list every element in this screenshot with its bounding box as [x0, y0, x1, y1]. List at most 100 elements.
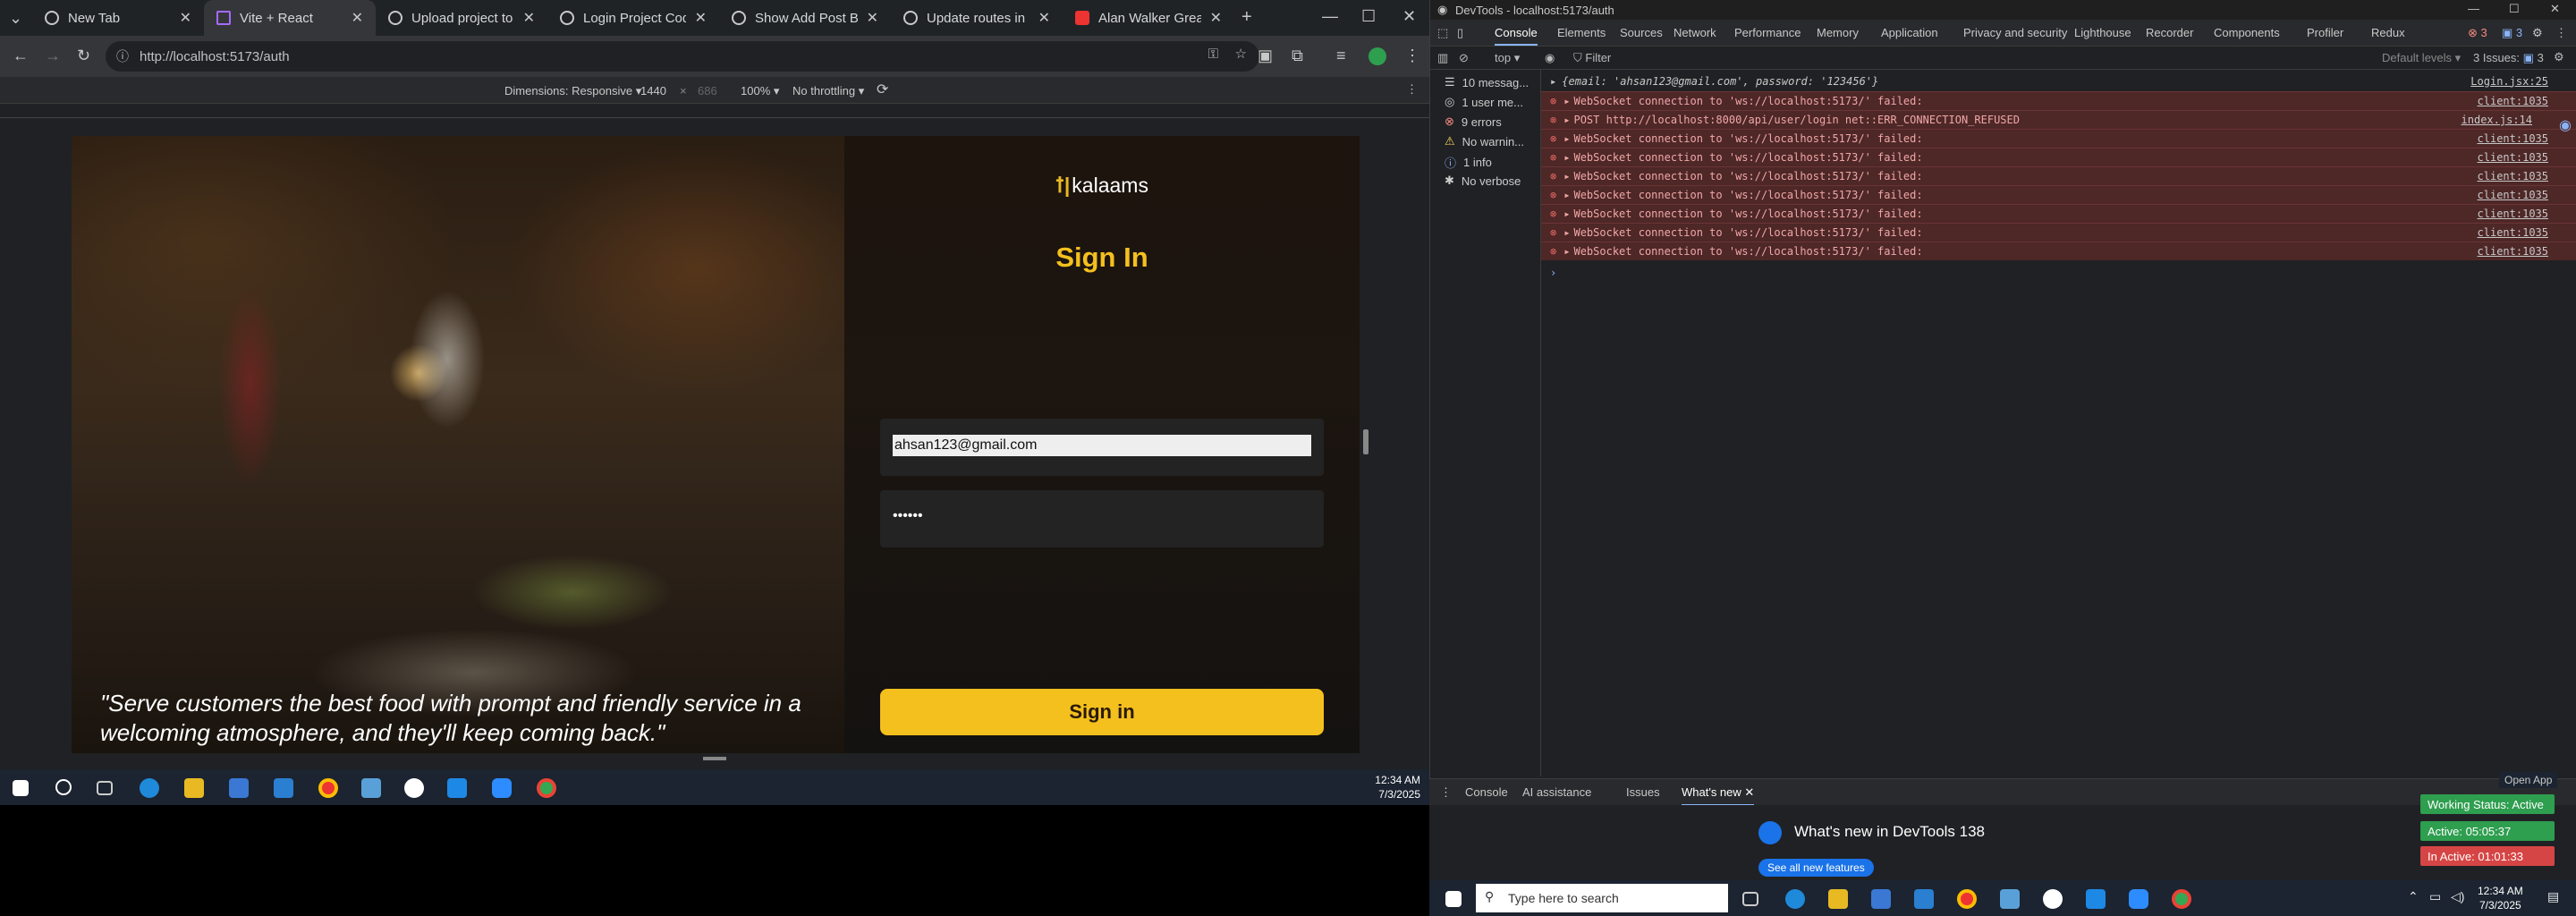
close-window-icon[interactable]: ✕: [1402, 7, 1416, 26]
sidebar-toggle-icon[interactable]: ▥: [1437, 51, 1448, 65]
tab-recorder[interactable]: Recorder: [2146, 26, 2193, 39]
network-icon[interactable]: ▭: [2429, 889, 2441, 904]
inspect-icon[interactable]: ⬚: [1437, 26, 1448, 40]
extension-icon[interactable]: ▣: [1258, 47, 1273, 65]
log-source-link[interactable]: client:1035: [2478, 95, 2548, 107]
search-icon[interactable]: [55, 779, 72, 795]
tab-memory[interactable]: Memory: [1817, 26, 1859, 39]
see-all-features-button[interactable]: See all new features: [1758, 859, 1874, 877]
expand-arrow-icon[interactable]: ▸: [1563, 189, 1570, 201]
throttle-select[interactable]: No throttling ▾: [792, 84, 864, 98]
log-source-link[interactable]: Login.jsx:25: [2470, 75, 2548, 88]
expand-arrow-icon[interactable]: ▸: [1563, 170, 1570, 182]
expand-arrow-icon[interactable]: ▸: [1563, 114, 1570, 126]
device-mode-icon[interactable]: ▯: [1457, 26, 1463, 40]
expand-arrow-icon[interactable]: ▸: [1550, 75, 1556, 88]
expand-arrow-icon[interactable]: ▸: [1563, 132, 1570, 145]
floating-avatar-icon[interactable]: ◉: [2559, 116, 2572, 134]
settings-gear-icon[interactable]: ⚙: [2532, 26, 2543, 40]
site-info-icon[interactable]: ⓘ: [116, 47, 129, 65]
sidebar-item-errors[interactable]: ⊗ 9 errors: [1445, 114, 1502, 129]
tab-network[interactable]: Network: [1674, 26, 1716, 39]
tab-alan-walker[interactable]: Alan Walker Greate ✕: [1063, 0, 1234, 36]
tab-performance[interactable]: Performance: [1734, 26, 1801, 39]
log-row-error[interactable]: ⊗ ▸ WebSocket connection to 'ws://localhos…: [1541, 223, 2576, 242]
password-input[interactable]: ••••••: [893, 508, 1304, 530]
tab-search-icon[interactable]: ⌄: [9, 9, 22, 28]
tab-redux[interactable]: Redux: [2371, 26, 2405, 39]
bottom-resize-handle[interactable]: [703, 757, 726, 760]
profile-avatar-icon[interactable]: [1368, 47, 1386, 65]
mail-icon[interactable]: [274, 778, 293, 798]
sidebar-item-info[interactable]: ⓘ 1 info: [1445, 154, 1492, 171]
log-row-error[interactable]: ⊗ ▸ WebSocket connection to 'ws://localhos…: [1541, 242, 2576, 260]
zoom-icon[interactable]: [492, 778, 512, 798]
vscode-icon[interactable]: [447, 778, 467, 798]
tab-vite-react[interactable]: Vite + React ✕: [204, 0, 376, 36]
tab-new-tab[interactable]: New Tab ✕: [32, 0, 204, 36]
close-tab-icon[interactable]: ✕: [1210, 9, 1222, 27]
minimize-icon[interactable]: —: [2468, 2, 2479, 15]
device-menu-icon[interactable]: ⋮: [1406, 82, 1418, 97]
forward-icon[interactable]: →: [45, 47, 61, 65]
log-source-link[interactable]: client:1035: [2478, 189, 2548, 201]
expand-arrow-icon[interactable]: ▸: [1563, 208, 1570, 220]
error-count-badge[interactable]: ⊗ 3: [2468, 26, 2487, 40]
context-select[interactable]: top ▾: [1495, 51, 1520, 65]
task-view-icon[interactable]: [97, 781, 113, 795]
log-row-error[interactable]: ⊗ ▸ WebSocket connection to 'ws://localhos…: [1541, 166, 2576, 185]
expand-arrow-icon[interactable]: ▸: [1563, 245, 1570, 258]
log-source-link[interactable]: client:1035: [2478, 245, 2548, 258]
issues-link[interactable]: 3 Issues: ▣ 3: [2473, 51, 2544, 65]
height-field[interactable]: 686: [698, 84, 717, 98]
drawer-tab-whats-new[interactable]: What's new ✕: [1682, 785, 1755, 806]
viewport-resize-handle[interactable]: [1363, 429, 1368, 454]
vscode-blue-icon[interactable]: [361, 778, 381, 798]
log-row-error[interactable]: ⊗ ▸ WebSocket connection to 'ws://localhos…: [1541, 148, 2576, 166]
tab-elements[interactable]: Elements: [1557, 26, 1606, 39]
close-window-icon[interactable]: ✕: [2550, 2, 2560, 16]
minimize-icon[interactable]: —: [1322, 7, 1338, 26]
tab-lighthouse[interactable]: Lighthouse: [2074, 26, 2131, 39]
devtools-menu-icon[interactable]: ⋮: [2555, 26, 2567, 40]
log-source-link[interactable]: client:1035: [2478, 151, 2548, 164]
issues-count-badge[interactable]: ▣ 3: [2502, 26, 2522, 40]
log-row[interactable]: ▸ {email: 'ahsan123@gmail.com', password:…: [1541, 72, 2576, 90]
media-icon[interactable]: ≡: [1336, 47, 1346, 65]
log-source-link[interactable]: client:1035: [2478, 226, 2548, 239]
close-tab-icon[interactable]: ✕: [523, 9, 535, 27]
windows-start-icon[interactable]: [1445, 891, 1462, 907]
drawer-tab-ai[interactable]: AI assistance: [1522, 785, 1591, 799]
tab-application[interactable]: Application: [1881, 26, 1938, 39]
store-icon[interactable]: [1871, 889, 1891, 909]
close-tab-icon[interactable]: ✕: [1038, 9, 1050, 27]
chrome-icon[interactable]: [1957, 889, 1977, 909]
sidebar-item-user-messages[interactable]: ◎ 1 user me...: [1445, 95, 1523, 109]
address-bar[interactable]: ⓘ http://localhost:5173/auth ⚿ ☆: [106, 41, 1259, 72]
signin-button[interactable]: Sign in: [880, 689, 1324, 735]
console-settings-icon[interactable]: ⚙: [2554, 50, 2564, 64]
drawer-menu-icon[interactable]: ⋮: [1440, 785, 1452, 800]
mail-icon[interactable]: [1914, 889, 1934, 909]
tab-console[interactable]: Console: [1495, 26, 1538, 46]
log-source-link[interactable]: index.js:14: [2462, 114, 2532, 126]
close-tab-icon[interactable]: ✕: [695, 9, 707, 27]
github-desktop-icon[interactable]: [404, 778, 424, 798]
close-tab-icon[interactable]: ✕: [867, 9, 878, 27]
maximize-icon[interactable]: ☐: [1361, 7, 1376, 26]
zoom-icon[interactable]: [2129, 889, 2148, 909]
github-desktop-icon[interactable]: [2043, 889, 2063, 909]
chrome-icon[interactable]: [318, 778, 338, 798]
file-explorer-icon[interactable]: [184, 778, 204, 798]
bookmark-star-icon[interactable]: ☆: [1235, 46, 1247, 62]
tab-upload-project[interactable]: Upload project to kala ✕: [376, 0, 547, 36]
tab-login-project[interactable]: Login Project Code He ✕: [547, 0, 719, 36]
password-key-icon[interactable]: ⚿: [1208, 47, 1218, 62]
log-source-link[interactable]: client:1035: [2478, 208, 2548, 220]
reload-icon[interactable]: ↻: [77, 47, 90, 65]
eye-icon[interactable]: ◉: [1545, 51, 1555, 65]
log-row-error[interactable]: ⊗ ▸ WebSocket connection to 'ws://localhos…: [1541, 129, 2576, 148]
new-tab-icon[interactable]: +: [1241, 7, 1252, 28]
log-row-error[interactable]: ⊗ ▸ WebSocket connection to 'ws://localhos…: [1541, 185, 2576, 204]
windows-start-icon[interactable]: [13, 780, 29, 796]
